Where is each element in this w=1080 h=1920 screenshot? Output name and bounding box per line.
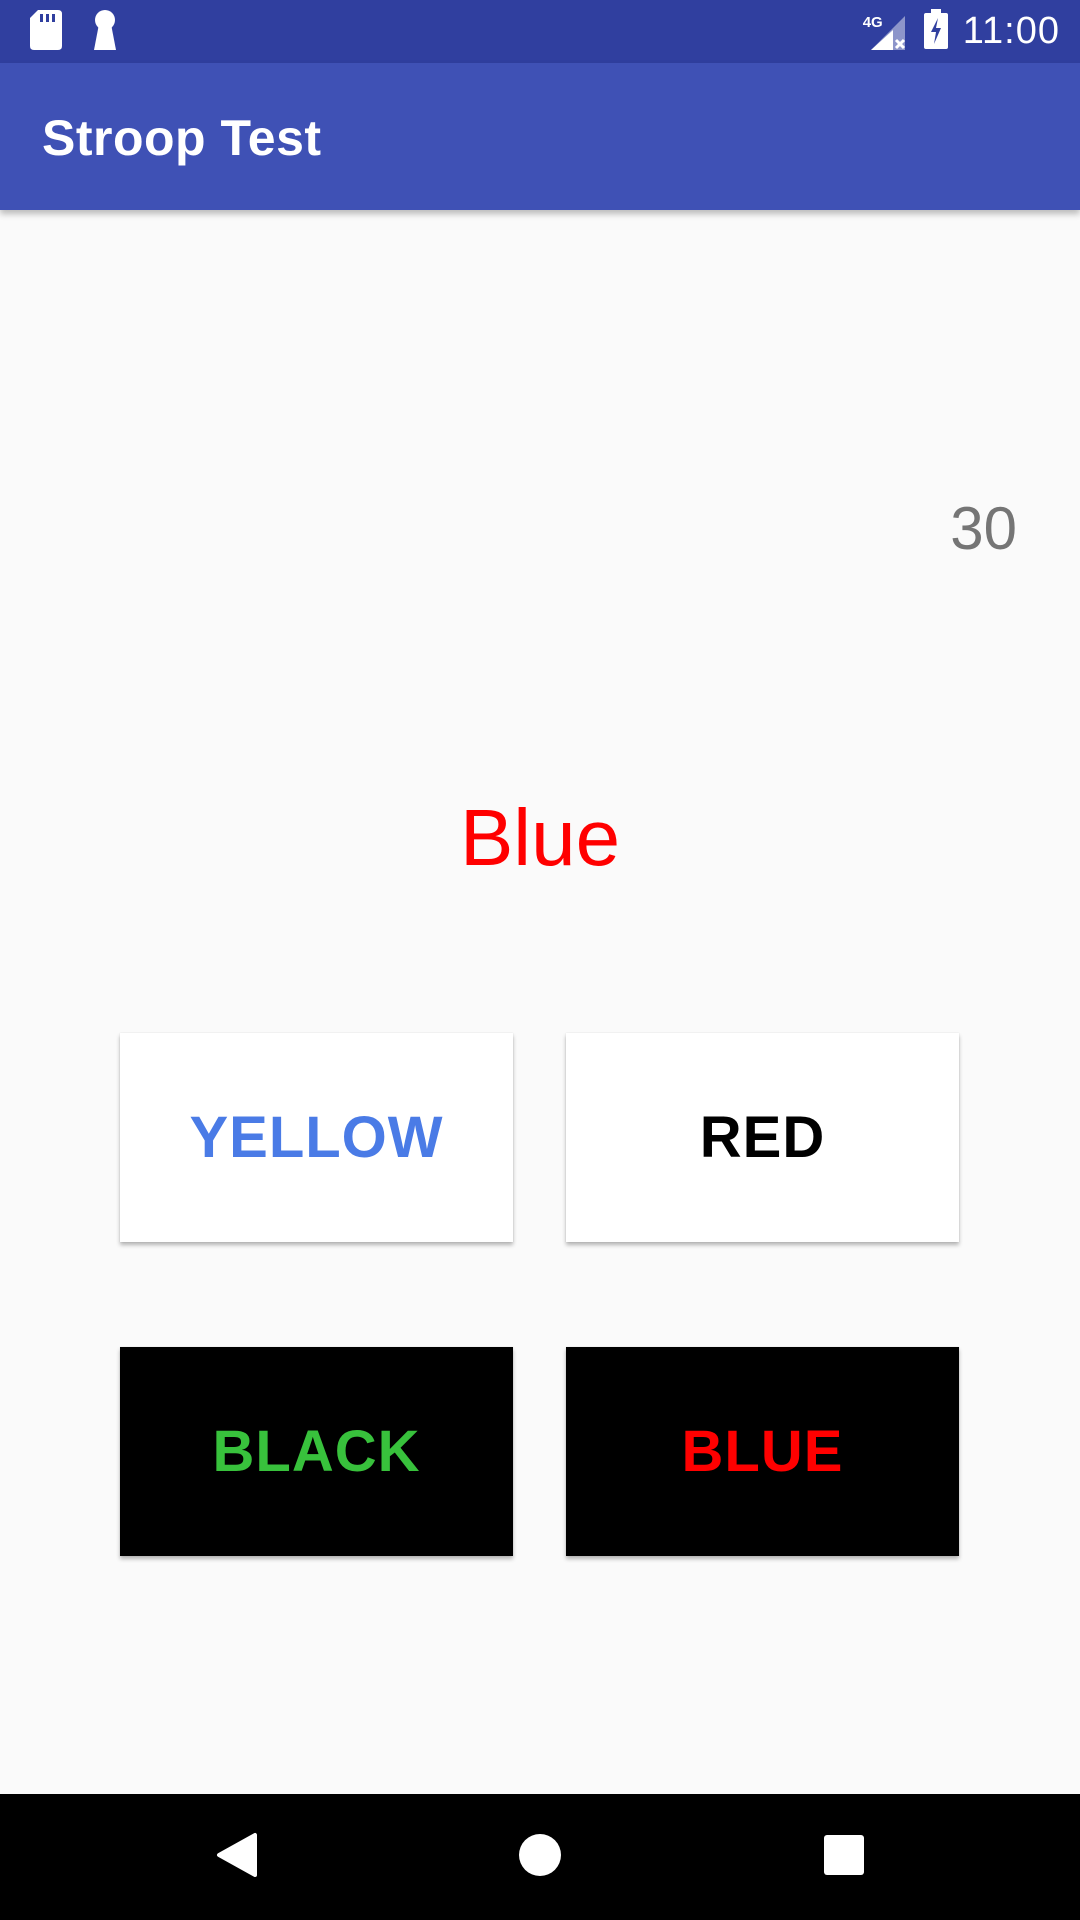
blue-button[interactable]: BLUE [566,1347,959,1556]
status-left-icons [30,9,118,55]
signal-icon: 4G [863,12,909,52]
black-button[interactable]: BLACK [120,1347,513,1556]
home-button[interactable] [505,1822,575,1892]
red-button[interactable]: RED [566,1033,959,1242]
status-time: 11:00 [962,10,1060,52]
recents-icon [824,1834,864,1880]
back-icon [215,1831,259,1884]
keyhole-icon [92,9,118,55]
app-bar: Stroop Test [0,63,1080,210]
status-bar: 4G 11:00 [0,0,1080,63]
navigation-bar [0,1794,1080,1920]
app-title: Stroop Test [42,110,322,166]
back-button[interactable] [202,1822,272,1892]
stimulus-word: Blue [459,793,621,882]
timer: 30 [950,495,1017,562]
yellow-button[interactable]: YELLOW [120,1033,513,1242]
status-right-icons: 4G 11:00 [863,0,1060,63]
home-icon [518,1833,562,1882]
battery-charging-icon [923,9,949,54]
recents-button[interactable] [809,1822,879,1892]
sd-card-icon [30,9,62,55]
